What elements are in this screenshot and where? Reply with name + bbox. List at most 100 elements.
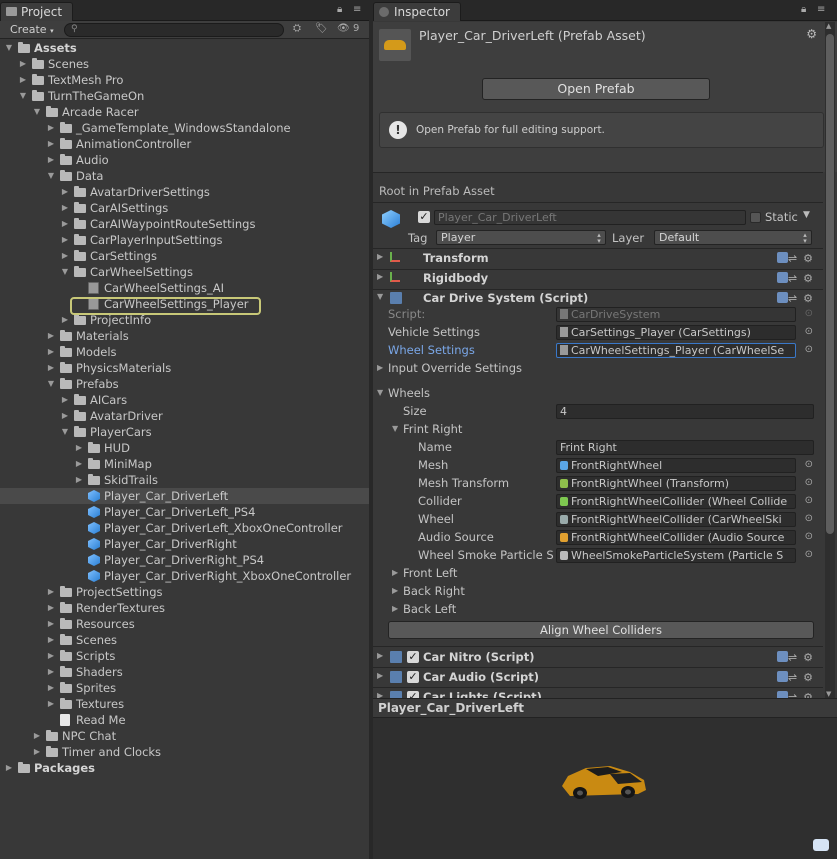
tree-asset-item[interactable]: Player_Car_DriverLeft_PS4 <box>0 504 369 520</box>
collapsed-arrow-icon[interactable]: ▶ <box>18 56 28 72</box>
object-picker-icon[interactable]: ⊙ <box>805 326 813 337</box>
tree-folder-item[interactable]: ▶ Textures <box>0 696 369 712</box>
active-checkbox[interactable]: ✓ <box>418 211 430 223</box>
collapsed-arrow-icon[interactable]: ▶ <box>18 72 28 88</box>
tree-folder-item[interactable]: ▼ Assets <box>0 40 369 56</box>
collapsed-arrow-icon[interactable]: ▶ <box>60 216 70 232</box>
lock-icon[interactable]: 🔒︎ <box>337 4 342 15</box>
expanded-arrow-icon[interactable]: ▼ <box>46 376 56 392</box>
collapse-arrow-icon[interactable]: ▼ <box>377 292 383 301</box>
presets-icon[interactable]: ⇌ <box>788 292 803 305</box>
help-book-icon[interactable] <box>776 292 788 303</box>
collapsed-arrow-icon[interactable]: ▶ <box>46 600 56 616</box>
tree-folder-item[interactable]: ▼ TurnTheGameOn <box>0 88 369 104</box>
expand-arrow-icon[interactable]: ▶ <box>377 363 383 372</box>
expand-arrow-icon[interactable]: ▶ <box>392 604 398 613</box>
collapsed-arrow-icon[interactable]: ▶ <box>46 648 56 664</box>
tree-folder-item[interactable]: ▶ Scenes <box>0 632 369 648</box>
size-field[interactable]: 4 <box>556 404 814 419</box>
tree-folder-item[interactable]: ▶ ProjectSettings <box>0 584 369 600</box>
vehicle-settings-field[interactable]: CarSettings_Player (CarSettings) <box>556 325 796 340</box>
filter-by-label-icon[interactable]: 🏷︎ <box>315 23 328 34</box>
tree-folder-item[interactable]: ▶ TextMesh Pro <box>0 72 369 88</box>
tree-folder-item[interactable]: ▶ Sprites <box>0 680 369 696</box>
object-picker-icon[interactable]: ⊙ <box>805 477 813 488</box>
expanded-arrow-icon[interactable]: ▼ <box>4 40 14 56</box>
tree-folder-item[interactable]: ▶ CarSettings <box>0 248 369 264</box>
tree-folder-item[interactable]: ▼ PlayerCars <box>0 424 369 440</box>
tree-asset-item[interactable]: CarWheelSettings_AI <box>0 280 369 296</box>
tree-asset-item[interactable]: Player_Car_DriverRight <box>0 536 369 552</box>
static-checkbox[interactable] <box>750 212 761 223</box>
tree-folder-item[interactable]: ▶ AvatarDriver <box>0 408 369 424</box>
front-right-label[interactable]: Frint Right <box>403 422 462 436</box>
tree-folder-item[interactable]: ▶ CarPlayerInputSettings <box>0 232 369 248</box>
tab-project[interactable]: Project <box>0 2 74 21</box>
expanded-arrow-icon[interactable]: ▼ <box>46 168 56 184</box>
filter-by-type-icon[interactable]: ⛭ <box>293 23 301 34</box>
enabled-checkbox[interactable]: ✓ <box>407 671 419 683</box>
collapsed-arrow-icon[interactable]: ▶ <box>46 696 56 712</box>
presets-icon[interactable]: ⇌ <box>788 272 803 285</box>
inspector-scrollbar[interactable]: ▲ ▼ <box>825 22 835 698</box>
help-book-icon[interactable] <box>776 252 788 263</box>
tree-folder-item[interactable]: ▶ CarAISettings <box>0 200 369 216</box>
expand-arrow-icon[interactable]: ▶ <box>377 691 383 698</box>
gear-icon[interactable]: ⚙ <box>803 651 819 664</box>
tree-folder-item[interactable]: ▶ Materials <box>0 328 369 344</box>
object-picker-icon[interactable]: ⊙ <box>805 531 813 542</box>
object-picker-icon[interactable]: ⊙ <box>805 459 813 470</box>
tree-folder-item[interactable]: ▶ CarAIWaypointRouteSettings <box>0 216 369 232</box>
collapsed-arrow-icon[interactable]: ▶ <box>60 392 70 408</box>
object-name-field[interactable]: Player_Car_DriverLeft <box>434 210 746 225</box>
align-wheel-colliders-button[interactable]: Align Wheel Colliders <box>388 621 814 639</box>
collapsed-arrow-icon[interactable]: ▶ <box>60 232 70 248</box>
enabled-checkbox[interactable]: ✓ <box>407 651 419 663</box>
gear-icon[interactable]: ⚙ <box>803 671 819 684</box>
tree-folder-item[interactable]: ▶ Models <box>0 344 369 360</box>
component-car-lights[interactable]: ▶ ✓ Car Lights (Script) ⇌⚙ <box>373 688 823 698</box>
tree-folder-item[interactable]: ▶ PhysicsMaterials <box>0 360 369 376</box>
wheel-field-input[interactable]: FrontRightWheel <box>556 458 796 473</box>
tree-folder-item[interactable]: ▶ AvatarDriverSettings <box>0 184 369 200</box>
expanded-arrow-icon[interactable]: ▼ <box>60 264 70 280</box>
collapsed-arrow-icon[interactable]: ▶ <box>46 136 56 152</box>
tree-folder-item[interactable]: ▶ RenderTextures <box>0 600 369 616</box>
help-book-icon[interactable] <box>776 691 788 698</box>
tree-asset-item[interactable]: Player_Car_DriverRight_PS4 <box>0 552 369 568</box>
expanded-arrow-icon[interactable]: ▼ <box>60 424 70 440</box>
tree-folder-item[interactable]: ▶ NPC Chat <box>0 728 369 744</box>
component-car-nitro[interactable]: ▶ ✓ Car Nitro (Script) ⇌⚙ <box>373 648 823 668</box>
collapsed-arrow-icon[interactable]: ▶ <box>74 472 84 488</box>
tree-folder-item[interactable]: ▼ Prefabs <box>0 376 369 392</box>
tree-folder-item[interactable]: ▶ Shaders <box>0 664 369 680</box>
wheel-field-input[interactable]: Frint Right <box>556 440 814 455</box>
wheel-field-input[interactable]: WheelSmokeParticleSystem (Particle S <box>556 548 796 563</box>
tree-folder-item[interactable]: ▶ Scripts <box>0 648 369 664</box>
expand-arrow-icon[interactable]: ▶ <box>377 252 383 261</box>
help-book-icon[interactable] <box>776 671 788 682</box>
tree-asset-item[interactable]: Read Me <box>0 712 369 728</box>
tab-inspector[interactable]: Inspector <box>373 2 461 21</box>
asset-label-icon[interactable] <box>813 839 829 851</box>
collapsed-arrow-icon[interactable]: ▶ <box>60 408 70 424</box>
menu-icon[interactable]: ≡ <box>353 4 361 15</box>
tree-folder-item[interactable]: ▼ CarWheelSettings <box>0 264 369 280</box>
tree-asset-item[interactable]: Player_Car_DriverLeft <box>0 488 369 504</box>
collapsed-arrow-icon[interactable]: ▶ <box>46 120 56 136</box>
tree-folder-item[interactable]: ▶ HUD <box>0 440 369 456</box>
preview-header[interactable]: Player_Car_DriverLeft <box>373 698 837 718</box>
collapsed-arrow-icon[interactable]: ▶ <box>46 632 56 648</box>
expanded-arrow-icon[interactable]: ▼ <box>32 104 42 120</box>
tree-folder-item[interactable]: ▶ Packages <box>0 760 369 776</box>
wheel-field-input[interactable]: FrontRightWheelCollider (Audio Source <box>556 530 796 545</box>
object-picker-icon[interactable]: ⊙ <box>805 549 813 560</box>
component-transform[interactable]: ▶ Transform ⇌⚙ <box>373 249 823 269</box>
expand-arrow-icon[interactable]: ▶ <box>377 272 383 281</box>
expand-arrow-icon[interactable]: ▶ <box>392 586 398 595</box>
tree-folder-item[interactable]: ▶ Audio <box>0 152 369 168</box>
collapsed-arrow-icon[interactable]: ▶ <box>46 344 56 360</box>
object-picker-icon[interactable]: ⊙ <box>805 495 813 506</box>
input-override-label[interactable]: Input Override Settings <box>388 361 522 375</box>
tree-folder-item[interactable]: ▶ SkidTrails <box>0 472 369 488</box>
